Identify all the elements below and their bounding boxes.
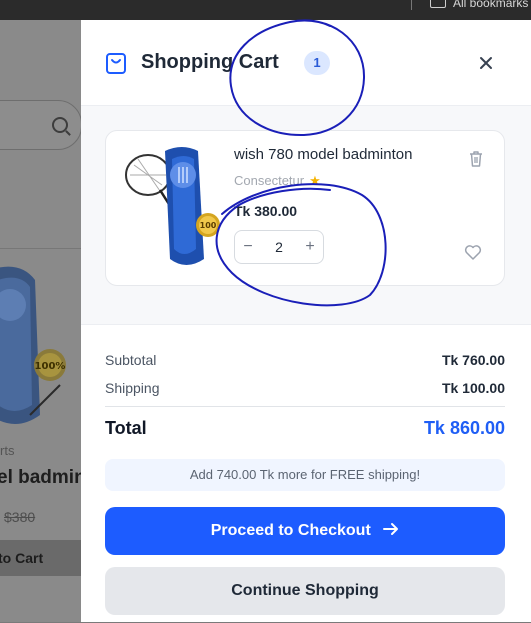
svg-text:100: 100 — [200, 221, 217, 230]
checkout-button[interactable]: Proceed to Checkout — [105, 507, 505, 555]
cart-item: 100 wish 780 model badminton Consectetur… — [105, 130, 505, 286]
product-thumbnail[interactable]: 100 — [120, 145, 220, 271]
all-bookmarks-label[interactable]: All bookmarks — [453, 0, 528, 10]
background-product-category: rts — [0, 443, 15, 458]
heart-icon[interactable] — [464, 244, 482, 260]
cart-title: Shopping Cart — [141, 51, 279, 73]
shipping-row: Shipping Tk 100.00 — [105, 380, 505, 396]
shipping-value: Tk 100.00 — [441, 380, 505, 396]
close-icon[interactable] — [475, 52, 497, 74]
item-price: Tk 380.00 — [234, 203, 298, 219]
search-icon — [52, 117, 68, 133]
total-value: Tk 860.00 — [423, 418, 505, 438]
cart-drawer: Shopping Cart 1 100 wish 780 model badmi… — [81, 20, 531, 622]
quantity-stepper: − 2 + — [234, 230, 324, 264]
background-page: 100% rts el badmin $380 to Cart — [0, 20, 81, 622]
background-add-to-cart-button: to Cart — [0, 540, 81, 576]
bag-icon — [106, 53, 126, 74]
cart-summary: Subtotal Tk 760.00 Shipping Tk 100.00 To… — [81, 324, 531, 623]
trash-icon[interactable] — [468, 150, 484, 168]
background-product-image: 100% — [0, 266, 66, 424]
cart-items-section: 100 wish 780 model badminton Consectetur… — [81, 106, 531, 324]
continue-shopping-button[interactable]: Continue Shopping — [105, 567, 505, 615]
quantity-value[interactable]: 2 — [261, 231, 297, 263]
shipping-label: Shipping — [105, 380, 160, 396]
cart-count-badge: 1 — [304, 51, 330, 75]
item-subtitle-text: Consectetur — [234, 173, 305, 188]
star-icon: ★ — [309, 173, 321, 188]
cart-header: Shopping Cart 1 — [81, 20, 531, 106]
subtotal-label: Subtotal — [105, 352, 157, 368]
plus-icon[interactable]: + — [297, 231, 323, 263]
subtotal-value: Tk 760.00 — [441, 352, 505, 368]
minus-icon[interactable]: − — [235, 231, 261, 263]
browser-bookmarks-bar: All bookmarks — [0, 0, 531, 20]
svg-text:100%: 100% — [35, 361, 66, 372]
subtotal-row: Subtotal Tk 760.00 — [105, 352, 505, 368]
background-add-to-cart-label: to Cart — [0, 550, 44, 566]
background-product-old-price: $380 — [4, 509, 36, 525]
arrow-right-icon — [383, 523, 399, 535]
bookmarks-divider — [411, 0, 412, 10]
free-shipping-note: Add 740.00 Tk more for FREE shipping! — [105, 459, 505, 491]
checkout-button-label: Proceed to Checkout — [210, 522, 371, 539]
item-name[interactable]: wish 780 model badminton — [234, 146, 412, 163]
summary-divider — [105, 406, 505, 407]
bookmark-folder-icon[interactable] — [430, 0, 446, 8]
background-search-field — [0, 100, 81, 150]
total-label: Total — [105, 418, 147, 438]
item-subtitle: Consectetur ★ — [234, 173, 321, 189]
background-divider — [0, 248, 81, 249]
background-product-name: el badmin — [0, 467, 81, 488]
